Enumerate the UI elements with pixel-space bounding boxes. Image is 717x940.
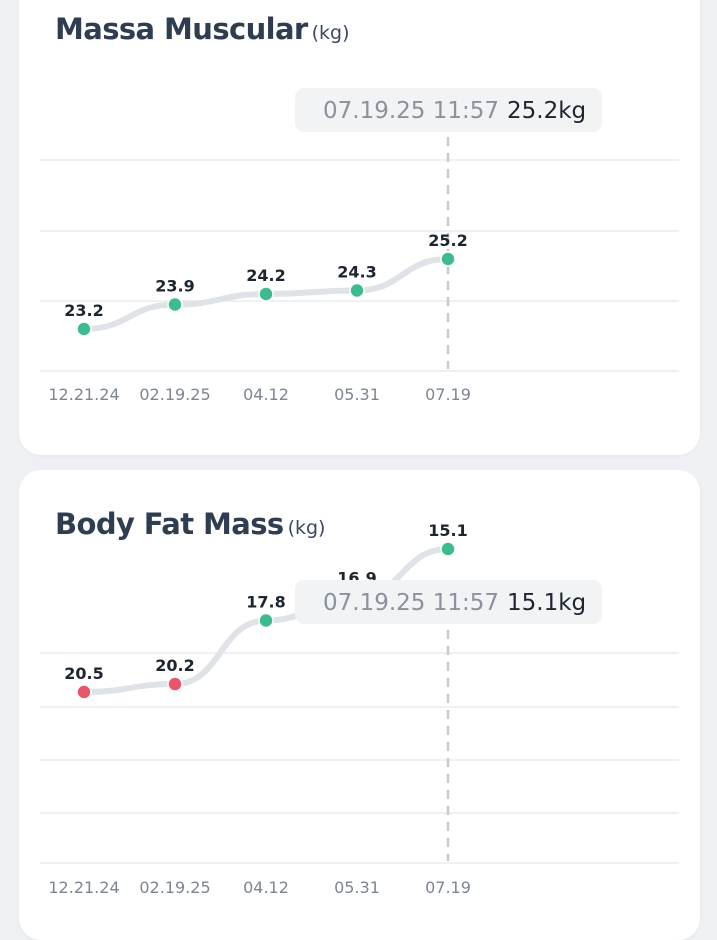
muscle-mass-value-label: 23.9: [155, 277, 194, 296]
body-fat-data-point[interactable]: [167, 676, 183, 692]
muscle-mass-data-point[interactable]: [440, 251, 456, 267]
body-fat-tooltip: 07.19.25 11:57 15.1kg: [295, 580, 602, 624]
body-fat-value-label: 20.2: [155, 656, 194, 675]
muscle-mass-x-tick-label: 07.19: [425, 385, 471, 404]
body-fat-x-tick-label: 05.31: [334, 878, 380, 897]
muscle-mass-value-label: 23.2: [64, 301, 103, 320]
muscle-mass-data-point[interactable]: [76, 321, 92, 337]
body-fat-tooltip-date: 07.19.25 11:57: [323, 590, 499, 616]
body-fat-x-tick-label: 02.19.25: [139, 878, 210, 897]
body-fat-x-tick-label: 12.21.24: [48, 878, 119, 897]
body-fat-data-point[interactable]: [76, 684, 92, 700]
body-fat-data-point[interactable]: [440, 541, 456, 557]
muscle-mass-value-label: 24.3: [337, 263, 376, 282]
body-fat-x-tick-label: 07.19: [425, 878, 471, 897]
muscle-mass-tooltip-value: 25.2kg: [507, 98, 586, 124]
muscle-mass-x-tick-label: 12.21.24: [48, 385, 119, 404]
muscle-mass-data-point[interactable]: [258, 286, 274, 302]
body-fat-chart[interactable]: 20.5 20.217.816.915.112.21.24 02.19.25 04.1…: [0, 470, 717, 908]
muscle-mass-data-point[interactable]: [349, 282, 365, 299]
muscle-mass-chart[interactable]: 23.2 23.9 24.2 24.3 25.2 12.21.24 02.19.25 04.1…: [0, 0, 717, 455]
body-fat-value-label: 15.1: [428, 521, 467, 540]
muscle-mass-value-label: 25.2: [428, 231, 467, 250]
muscle-mass-tooltip-date: 07.19.25 11:57: [323, 98, 499, 124]
muscle-mass-x-tick-label: 05.31: [334, 385, 380, 404]
body-fat-x-tick-label: 04.12: [243, 878, 289, 897]
muscle-mass-tooltip: 07.19.25 11:57 25.2kg: [295, 88, 602, 132]
body-fat-tooltip-value: 15.1kg: [507, 590, 586, 616]
muscle-mass-x-tick-label: 04.12: [243, 385, 289, 404]
muscle-mass-value-label: 24.2: [246, 266, 285, 285]
muscle-mass-data-point[interactable]: [167, 296, 183, 313]
body-fat-data-point[interactable]: [258, 612, 274, 629]
muscle-mass-x-tick-label: 02.19.25: [139, 385, 210, 404]
body-fat-value-label: 20.5: [64, 664, 103, 683]
body-fat-value-label: 17.8: [246, 593, 285, 612]
